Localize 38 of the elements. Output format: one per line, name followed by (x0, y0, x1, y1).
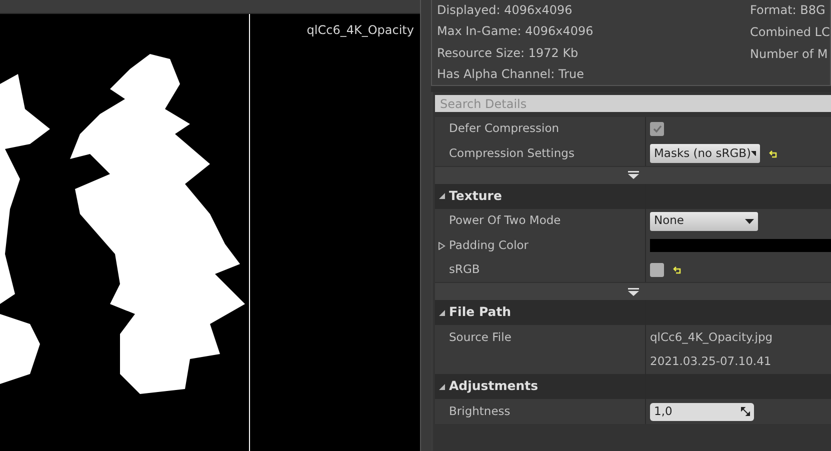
dropdown[interactable]: Masks (no sRGB) (650, 144, 760, 163)
category-header: Adjustments (449, 377, 538, 396)
property-value: 2021.03.25-07.10.41 (650, 353, 772, 370)
caret-icon (751, 151, 756, 156)
info-text: Combined LC (750, 24, 830, 41)
property-label: Defer Compression (449, 120, 560, 138)
info-text: Max In-Game: 4096x4096 (437, 23, 594, 40)
category-header: Texture (449, 186, 502, 205)
search-field[interactable]: Search Details (435, 95, 831, 112)
checkbox[interactable] (650, 263, 664, 277)
dropdown[interactable]: None (650, 212, 758, 230)
resize-arrows-icon (741, 407, 750, 416)
reset-arrow-icon[interactable] (673, 266, 682, 274)
property-label: Source File (449, 328, 512, 346)
property-value: qlCc6_4K_Opacity.jpg (650, 328, 773, 346)
collapse-arrow-icon[interactable] (438, 308, 446, 317)
info-text: Has Alpha Channel: True (437, 66, 585, 83)
property-label: Power Of Two Mode (449, 212, 561, 230)
property-label: sRGB (449, 261, 480, 278)
info-text: Format: B8G (750, 2, 826, 19)
reset-arrow-icon[interactable] (769, 150, 778, 158)
caret-icon (745, 218, 754, 224)
collapse-arrow-icon[interactable] (438, 192, 446, 200)
info-text: Displayed: 4096x4096 (437, 2, 574, 19)
show-advanced-icon[interactable] (628, 171, 638, 180)
number-field[interactable]: 1,0 (650, 402, 754, 420)
expand-arrow-icon[interactable] (438, 242, 446, 250)
show-advanced-icon[interactable] (628, 288, 638, 296)
property-label: Padding Color (449, 236, 529, 254)
texture-name-label: qlCc6_4K_Opacity (306, 22, 414, 39)
check-icon (652, 125, 662, 133)
info-text: Number of M (750, 46, 829, 63)
info-text: Resource Size: 1972 Kb (437, 44, 580, 62)
property-label: Brightness (449, 402, 510, 420)
property-label: Compression Settings (449, 144, 574, 162)
color-swatch[interactable] (650, 239, 831, 252)
collapse-arrow-icon[interactable] (438, 382, 446, 391)
category-header: File Path (449, 303, 512, 322)
